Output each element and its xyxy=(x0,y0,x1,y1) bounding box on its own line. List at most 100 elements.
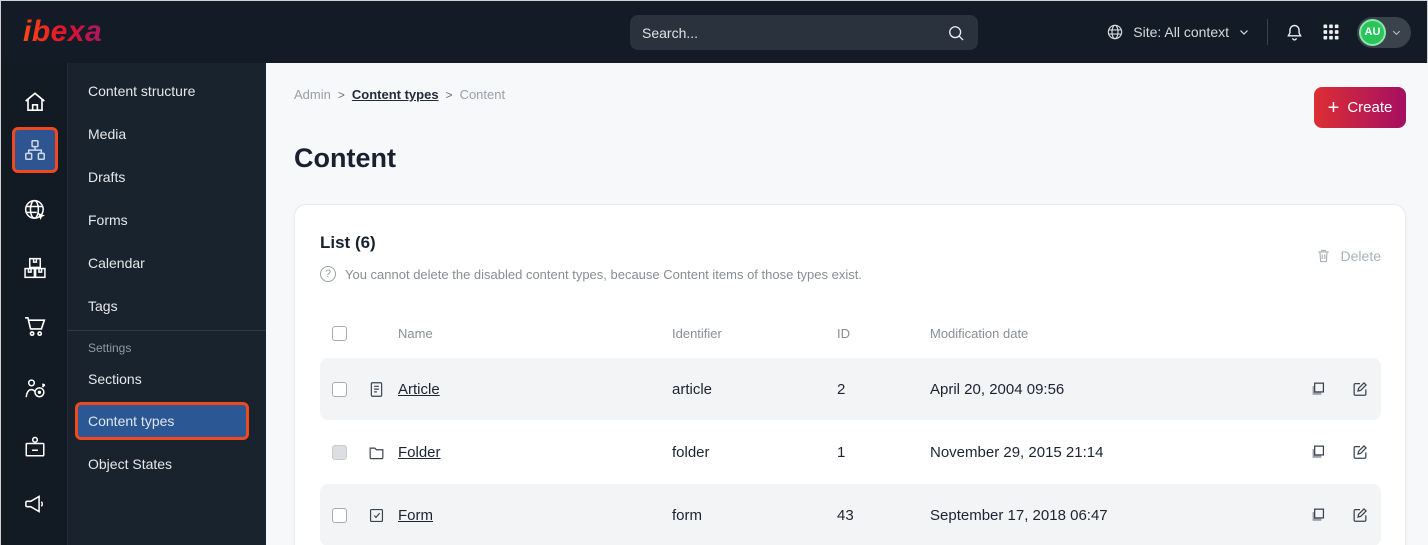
content-type-link[interactable]: Folder xyxy=(398,444,672,461)
list-info-text: You cannot delete the disabled content t… xyxy=(345,266,862,282)
sidebar-item-tags[interactable]: Tags xyxy=(68,284,266,327)
sidebar-item-label: Object States xyxy=(88,455,173,472)
sidebar-item-content-types[interactable]: Content types xyxy=(75,402,249,440)
cell-modified: November 29, 2015 21:14 xyxy=(930,443,1104,461)
sidebar-item-label: Sections xyxy=(88,370,142,387)
column-header-id: ID xyxy=(837,325,850,341)
cell-id: 2 xyxy=(837,380,846,398)
cell-modified: September 17, 2018 06:47 xyxy=(930,506,1108,524)
content-types-list-card: List (6) ? You cannot delete the disable… xyxy=(294,204,1406,545)
cart-icon xyxy=(21,312,49,340)
breadcrumb-separator: > xyxy=(337,87,345,102)
delete-button-label: Delete xyxy=(1340,247,1381,264)
column-header-identifier: Identifier xyxy=(672,325,722,341)
column-header-name: Name xyxy=(398,325,433,341)
sidebar-item-label: Calendar xyxy=(88,254,145,271)
sidebar-item-calendar[interactable]: Calendar xyxy=(68,241,266,284)
folder-icon xyxy=(367,443,398,462)
table-row: Article article 2 April 20, 2004 09:56 xyxy=(320,358,1381,420)
content-type-link[interactable]: Article xyxy=(398,381,672,398)
sidebar-item-label: Content structure xyxy=(88,82,196,99)
cell-identifier: article xyxy=(672,380,713,398)
table-row: Folder folder 1 November 29, 2015 21:14 xyxy=(320,421,1381,483)
user-menu[interactable]: AU xyxy=(1357,16,1411,48)
row-checkbox[interactable] xyxy=(332,507,347,523)
cell-id: 1 xyxy=(837,443,846,461)
search-input[interactable] xyxy=(642,24,946,41)
avatar: AU xyxy=(1359,18,1386,46)
sidebar-item-sections[interactable]: Sections xyxy=(68,357,266,400)
edit-icon[interactable] xyxy=(1339,379,1381,399)
sidebar-item-content-structure[interactable]: Content structure xyxy=(68,69,266,112)
create-button[interactable]: + Create xyxy=(1314,87,1406,128)
rail-item-content[interactable] xyxy=(12,127,58,173)
rail-item-admin[interactable] xyxy=(1,424,68,470)
sitemap-icon xyxy=(22,137,48,163)
sidebar-item-drafts[interactable]: Drafts xyxy=(68,155,266,198)
globe-icon xyxy=(1105,22,1125,42)
create-button-label: Create xyxy=(1347,99,1393,116)
notifications-bell-icon[interactable] xyxy=(1284,22,1305,43)
sidebar-item-object-states[interactable]: Object States xyxy=(68,442,266,485)
sidebar-item-label: Tags xyxy=(88,297,118,314)
rail-item-dashboard[interactable] xyxy=(1,79,68,125)
form-icon xyxy=(367,506,398,525)
home-icon xyxy=(21,88,49,116)
table-header-row: Name Identifier ID Modification date xyxy=(320,318,1381,348)
copy-icon[interactable] xyxy=(1297,505,1339,525)
breadcrumb-content: Content xyxy=(459,87,506,102)
cell-modified: April 20, 2004 09:56 xyxy=(930,380,1065,398)
site-context-selector[interactable]: Site: All context xyxy=(1105,22,1251,42)
content-type-link[interactable]: Form xyxy=(398,507,672,524)
select-all-checkbox[interactable] xyxy=(332,325,347,341)
sidebar-item-label: Content types xyxy=(88,413,175,429)
edit-icon[interactable] xyxy=(1339,505,1381,525)
plus-icon: + xyxy=(1327,96,1340,119)
copy-icon[interactable] xyxy=(1297,379,1339,399)
topbar-divider xyxy=(1267,19,1268,45)
list-title: List (6) xyxy=(320,233,376,252)
cell-identifier: folder xyxy=(672,443,710,461)
cell-identifier: form xyxy=(672,506,702,524)
breadcrumb-separator: > xyxy=(445,87,453,102)
content-types-table: Name Identifier ID Modification date Art… xyxy=(320,318,1381,545)
sidebar-item-label: Forms xyxy=(88,211,128,228)
breadcrumb: Admin > Content types > Content xyxy=(294,87,505,102)
sidebar-item-label: Media xyxy=(88,125,127,142)
site-context-label: Site: All context xyxy=(1133,24,1229,40)
trash-icon xyxy=(1315,247,1332,264)
sidebar-item-label: Drafts xyxy=(88,168,126,185)
rail-item-personalization[interactable] xyxy=(1,366,68,412)
top-bar: ibexa Site: All context xyxy=(1,1,1427,63)
rail-item-site[interactable] xyxy=(1,187,68,233)
apps-grid-icon[interactable] xyxy=(1321,22,1341,42)
admin-badge-icon xyxy=(21,433,49,461)
row-checkbox[interactable] xyxy=(332,381,347,397)
delete-button[interactable]: Delete xyxy=(1315,247,1381,264)
global-search[interactable] xyxy=(630,15,978,50)
rail-item-marketing[interactable] xyxy=(1,481,68,527)
ibexa-logo[interactable]: ibexa xyxy=(23,15,102,49)
copy-icon[interactable] xyxy=(1297,442,1339,462)
personalization-target-icon xyxy=(21,375,49,403)
table-row: Form form 43 September 17, 2018 06:47 xyxy=(320,484,1381,545)
help-question-icon: ? xyxy=(320,266,336,282)
sidebar-section-settings: Settings xyxy=(88,341,132,355)
rail-item-commerce[interactable] xyxy=(1,303,68,349)
article-icon xyxy=(367,380,398,399)
column-header-modified: Modification date xyxy=(930,325,1029,341)
megaphone-icon xyxy=(21,490,49,518)
cell-id: 43 xyxy=(837,506,854,524)
sidebar-item-forms[interactable]: Forms xyxy=(68,198,266,241)
page-title: Content xyxy=(294,143,396,173)
chevron-down-icon xyxy=(1237,25,1251,39)
rail-item-product-catalog[interactable] xyxy=(1,245,68,291)
sidebar-item-media[interactable]: Media xyxy=(68,112,266,155)
search-icon[interactable] xyxy=(946,23,966,43)
packages-icon xyxy=(21,254,49,282)
main-content: Admin > Content types > Content + Create… xyxy=(266,63,1428,545)
breadcrumb-content-types-link[interactable]: Content types xyxy=(352,87,439,102)
icon-rail xyxy=(1,63,68,545)
row-checkbox[interactable] xyxy=(332,444,347,460)
edit-icon[interactable] xyxy=(1339,442,1381,462)
